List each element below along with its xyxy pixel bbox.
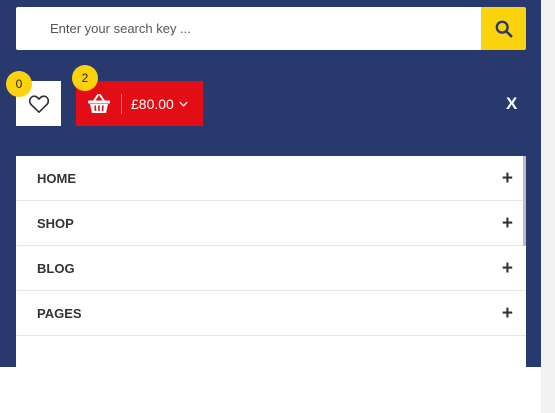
search-input[interactable] (16, 7, 481, 50)
plus-icon[interactable]: + (502, 259, 513, 278)
plus-icon[interactable]: + (502, 214, 513, 233)
cart-total: £80.00 (131, 95, 174, 112)
plus-icon[interactable]: + (502, 304, 513, 323)
cart-button[interactable]: £80.00 (76, 81, 203, 126)
search-bar (16, 7, 526, 50)
chevron-down-icon (179, 101, 188, 107)
wishlist-count-badge: 0 (6, 71, 32, 97)
menu-item-label: BLOG (37, 260, 75, 276)
menu-item-label: PAGES (37, 305, 82, 321)
heart-icon (28, 94, 49, 113)
menu-item-home[interactable]: HOME + (16, 156, 526, 201)
cart-count-badge: 2 (72, 65, 98, 91)
basket-icon (87, 93, 110, 113)
cart-divider (121, 93, 122, 114)
main-menu: HOME + SHOP + BLOG + PAGES + (16, 156, 526, 367)
menu-item-shop[interactable]: SHOP + (16, 201, 526, 246)
menu-item-label: SHOP (37, 215, 74, 231)
search-button[interactable] (481, 7, 526, 50)
menu-item-pages[interactable]: PAGES + (16, 291, 526, 336)
close-button[interactable]: X (506, 94, 517, 114)
menu-item-label: HOME (37, 170, 76, 186)
menu-item-blog[interactable]: BLOG + (16, 246, 526, 291)
plus-icon[interactable]: + (502, 169, 513, 188)
menu-scrollbar[interactable] (523, 156, 526, 246)
search-icon (495, 20, 512, 37)
mobile-menu-panel: 0 £80.00 2 X HOME + SHOP + (0, 0, 541, 413)
page-scrollbar[interactable] (541, 0, 555, 413)
bottom-overlay (0, 367, 541, 413)
